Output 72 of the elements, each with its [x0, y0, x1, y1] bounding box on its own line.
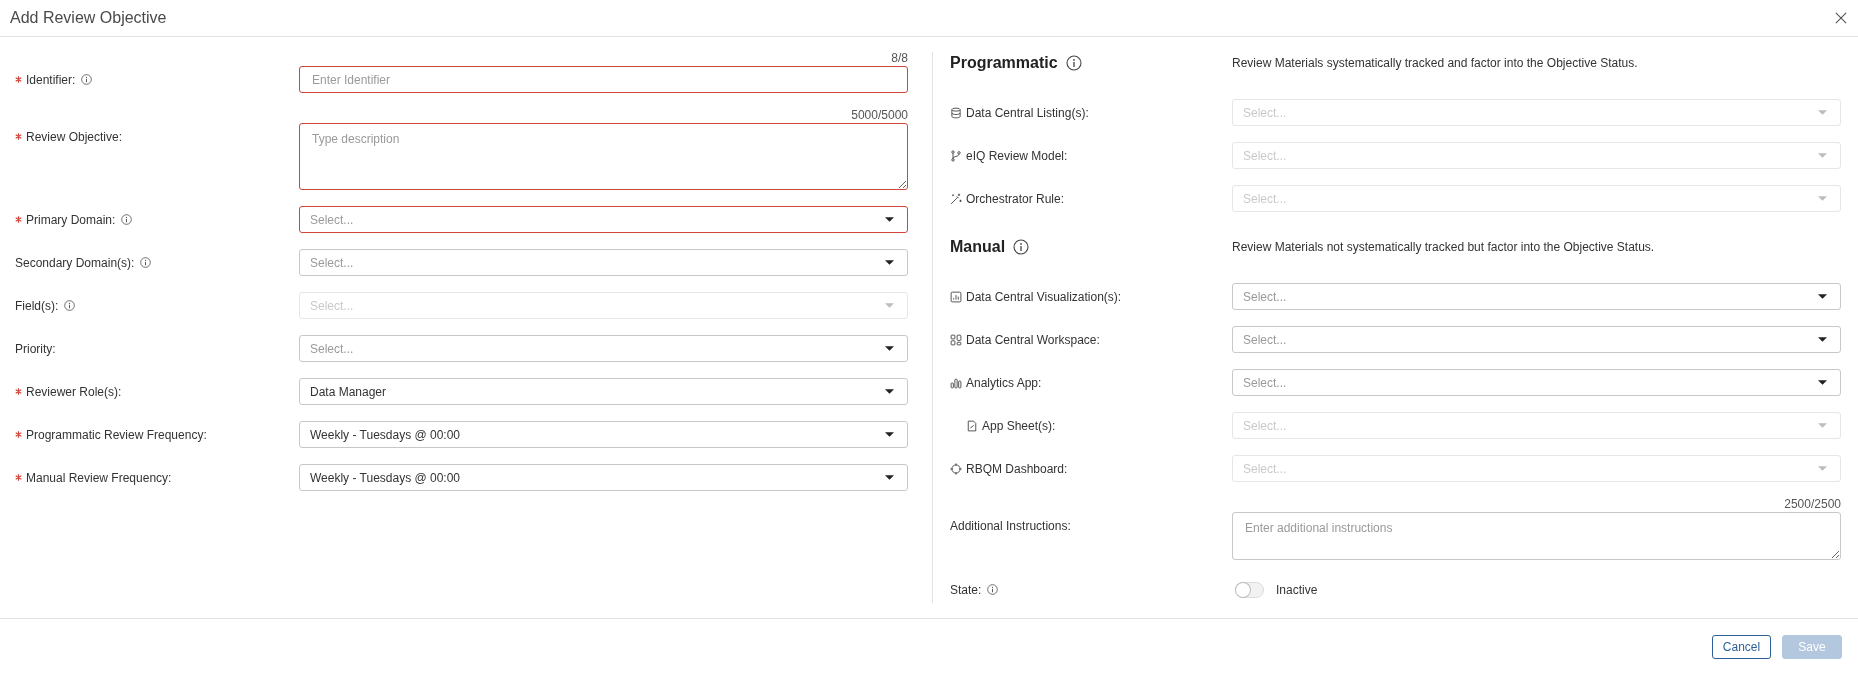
toggle-switch[interactable] [1235, 581, 1264, 598]
field-label: Data Central Workspace: [966, 332, 1100, 347]
caret-icon [1818, 153, 1827, 158]
section-description: Review Materials not systematically tracked but factor into the Objective Status. [1232, 240, 1656, 254]
field-label: Identifier: [26, 72, 76, 87]
dialog-title: Add Review Objective [10, 9, 167, 27]
text-field[interactable]: Enter Identifier [299, 66, 908, 93]
dropdown[interactable]: Select... [299, 335, 908, 362]
bar-chart-icon [950, 376, 962, 389]
chart-box-icon [950, 290, 962, 303]
caret-icon [885, 303, 894, 308]
info-icon[interactable] [1065, 55, 1082, 71]
field-label: Secondary Domain(s): [15, 255, 135, 270]
field-label: Programmatic Review Frequency: [26, 427, 207, 442]
dropdown[interactable]: Weekly - Tuesdays @ 00:00 [299, 464, 908, 491]
info-icon[interactable] [81, 74, 93, 85]
character-counter: 5000/5000 [850, 109, 908, 121]
toggle-label: Inactive [1276, 582, 1318, 597]
close-icon[interactable] [1835, 12, 1847, 24]
field-label: State: [950, 582, 982, 597]
field-label: Reviewer Role(s): [26, 384, 122, 399]
dropdown[interactable]: Select... [1232, 326, 1841, 353]
info-icon[interactable] [987, 584, 999, 595]
caret-icon [1818, 466, 1827, 471]
field-label: RBQM Dashboard: [966, 461, 1068, 476]
field-label: Review Objective: [26, 129, 123, 144]
caret-icon [885, 475, 894, 480]
field-label: Orchestrator Rule: [966, 191, 1065, 206]
caret-icon [885, 260, 894, 265]
field-label: Data Central Listing(s): [966, 105, 1089, 120]
field-label: Primary Domain: [26, 212, 116, 227]
caret-icon [1818, 337, 1827, 342]
character-counter: 2500/2500 [1783, 498, 1841, 510]
caret-icon [885, 217, 894, 222]
field-label: Priority: [15, 341, 56, 356]
textarea-field[interactable]: Enter additional instructions [1232, 512, 1841, 560]
section-description: Review Materials systematically tracked and factor into the Objective Status. [1232, 56, 1639, 70]
field-label: Data Central Visualization(s): [966, 289, 1122, 304]
field-label: Analytics App: [966, 375, 1042, 390]
info-icon[interactable] [1013, 239, 1030, 255]
field-label: eIQ Review Model: [966, 148, 1068, 163]
crosshair-icon [950, 462, 962, 475]
dropdown[interactable]: Weekly - Tuesdays @ 00:00 [299, 421, 908, 448]
document-icon [966, 419, 978, 432]
wand-icon [950, 192, 962, 205]
dropdown[interactable]: Select... [299, 206, 908, 233]
caret-icon [1818, 294, 1827, 299]
caret-icon [1818, 196, 1827, 201]
info-icon[interactable] [121, 214, 133, 225]
dropdown[interactable]: Select... [299, 249, 908, 276]
database-icon [950, 106, 962, 119]
dropdown[interactable]: Select... [1232, 369, 1841, 396]
field-label: Manual Review Frequency: [26, 470, 172, 485]
field-label: Field(s): [15, 298, 59, 313]
dropdown[interactable]: Data Manager [299, 378, 908, 405]
caret-icon [885, 432, 894, 437]
caret-icon [1818, 423, 1827, 428]
field-label: Additional Instructions: [950, 518, 1071, 533]
caret-icon [1818, 110, 1827, 115]
caret-icon [885, 346, 894, 351]
section-title: Programmatic [950, 53, 1058, 73]
grid-icon [950, 333, 962, 346]
character-counter: 8/8 [890, 52, 908, 64]
caret-icon [1818, 380, 1827, 385]
footer-button[interactable]: Cancel [1712, 635, 1771, 659]
branch-icon [950, 149, 962, 162]
field-label: App Sheet(s): [982, 418, 1056, 433]
dropdown[interactable]: Select... [1232, 283, 1841, 310]
section-title: Manual [950, 237, 1006, 257]
caret-icon [885, 389, 894, 394]
info-icon[interactable] [140, 257, 152, 268]
textarea-field[interactable]: Type description [299, 123, 908, 190]
